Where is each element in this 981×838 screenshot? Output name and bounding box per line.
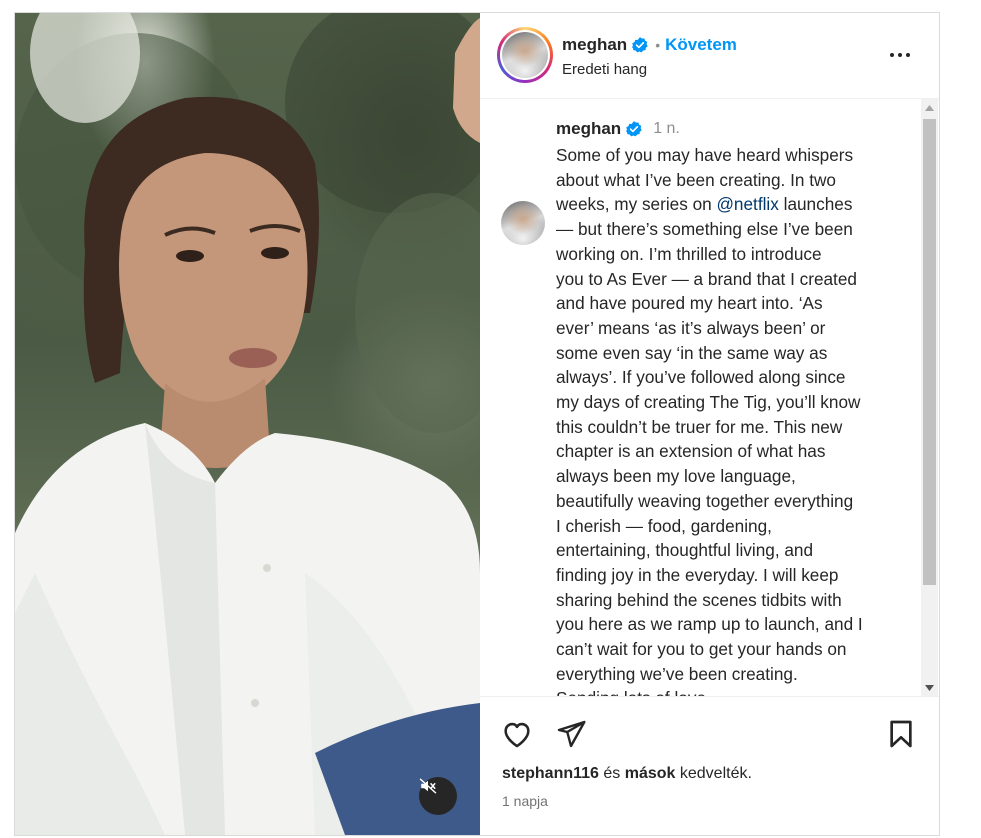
- mute-toggle-button[interactable]: [419, 777, 457, 815]
- bookmark-icon[interactable]: [885, 718, 917, 750]
- likes-connector: és: [598, 765, 625, 782]
- caption-line: can’t wait for you to get your hands on: [556, 639, 847, 660]
- header-username[interactable]: meghan: [562, 35, 627, 55]
- instagram-post: meghan • Követem Eredeti hang meghan 1 n…: [14, 12, 940, 836]
- heart-icon[interactable]: [500, 717, 534, 751]
- post-header: meghan • Követem Eredeti hang: [480, 13, 939, 99]
- avatar: [502, 32, 548, 78]
- caption-line: you to As Ever — a brand that I created: [556, 268, 857, 289]
- header-separator: •: [655, 37, 661, 53]
- caption-line-text: weeks, my series on: [556, 194, 717, 215]
- caption-line: weeks, my series on @netflix launches: [556, 192, 902, 217]
- caption-username[interactable]: meghan: [556, 119, 621, 139]
- likes-summary: stephann116 és mások kedvelték.: [502, 765, 752, 783]
- others-link[interactable]: mások: [625, 765, 676, 782]
- caption-line: finding joy in the everyday. I will keep: [556, 564, 839, 585]
- audio-label[interactable]: Eredeti hang: [562, 61, 647, 78]
- verified-badge-icon: [626, 121, 642, 137]
- post-video[interactable]: [15, 13, 480, 835]
- caption-line: chapter is an extension of what has: [556, 441, 826, 462]
- caption-avatar[interactable]: [501, 201, 545, 245]
- caption-line: about what I’ve been creating. In two: [556, 169, 836, 190]
- caption-line: entertaining, thoughtful living, and: [556, 540, 814, 561]
- scrollbar-thumb[interactable]: [923, 119, 936, 585]
- caption-header: meghan 1 n.: [556, 119, 680, 139]
- caption-line: Some of you may have heard whispers: [556, 145, 854, 165]
- caption-line: Sending lots of love: [556, 686, 902, 696]
- likes-suffix: kedvelték.: [675, 765, 752, 782]
- caption-line: — but there’s something else I’ve been: [556, 219, 853, 240]
- caption-line: my days of creating The Tig, you’ll know: [556, 392, 861, 413]
- header-user-row: meghan • Követem: [562, 35, 737, 55]
- speaker-muted-icon: [419, 778, 437, 794]
- caption-time[interactable]: 1 n.: [653, 120, 680, 138]
- liker-username-link[interactable]: stephann116: [502, 765, 599, 782]
- verified-badge-icon: [632, 37, 648, 53]
- story-avatar[interactable]: [497, 27, 553, 83]
- caption-scrollbar[interactable]: [921, 99, 938, 696]
- follow-button[interactable]: Követem: [665, 35, 737, 55]
- post-side-panel: meghan • Követem Eredeti hang meghan 1 n…: [480, 13, 939, 835]
- caption-line: always been my love language,: [556, 466, 796, 487]
- caption-line: you here as we ramp up to launch, and I: [556, 614, 863, 635]
- caption-text: Some of you may have heard whispers abou…: [556, 143, 902, 696]
- caption-line: and have poured my heart into. ‘As: [556, 293, 823, 314]
- caption-line: I cherish — food, gardening,: [556, 515, 772, 536]
- caption-line: everything we’ve been creating.: [556, 663, 798, 684]
- caption-line: this couldn’t be truer for me. This new: [556, 416, 843, 437]
- caption-line-text: launches: [778, 194, 853, 215]
- caption-line: ever’ means ‘as it’s always been’ or: [556, 317, 826, 338]
- post-timestamp[interactable]: 1 napja: [502, 793, 548, 809]
- caption-line: working on. I’m thrilled to introduce: [556, 243, 822, 264]
- video-frame-illustration: [15, 13, 480, 835]
- caption-line: some even say ‘in the same way as: [556, 342, 828, 363]
- caption-line: beautifully weaving together everything: [556, 490, 854, 511]
- netflix-mention-link[interactable]: @netflix: [716, 194, 778, 214]
- caption-line: always’. If you’ve followed along since: [556, 367, 846, 388]
- caption-area: meghan 1 n. Some of you may have heard w…: [480, 99, 939, 697]
- paper-plane-icon[interactable]: [555, 718, 587, 750]
- post-actions: stephann116 és mások kedvelték. 1 napja: [480, 697, 939, 837]
- scroll-up-arrow-icon[interactable]: [921, 99, 938, 116]
- more-options-icon[interactable]: [890, 53, 910, 57]
- scroll-down-arrow-icon[interactable]: [921, 679, 938, 696]
- caption-line: sharing behind the scenes tidbits with: [556, 589, 842, 610]
